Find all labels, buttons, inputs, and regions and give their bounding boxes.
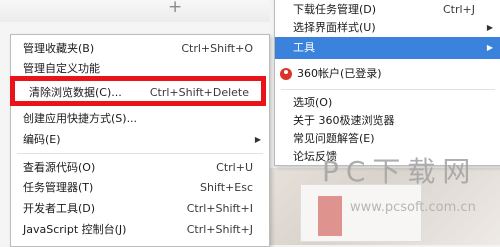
menu-separator [281, 89, 495, 90]
watermark-text: PC下载网 [322, 155, 478, 188]
menu-item-developer-tools[interactable]: 开发者工具(D) Ctrl+Shift+I [11, 198, 269, 220]
user-account-icon [280, 68, 292, 80]
menu-item-account[interactable]: 360帐户(已登录) [275, 63, 500, 85]
main-menu: 下载任务管理(D) Ctrl+J 选择界面样式(U) ▶ 工具 ▶ 360帐户(… [274, 0, 500, 166]
chevron-right-icon: ▶ [254, 135, 261, 144]
menu-item-interface-style[interactable]: 选择界面样式(U) ▶ [275, 17, 500, 39]
menu-item-encoding[interactable]: 编码(E) ▶ [11, 129, 269, 151]
menu-item-view-source[interactable]: 查看源代码(O) Ctrl+U [11, 157, 269, 179]
tab-strip: + [0, 0, 270, 23]
menu-item-tools[interactable]: 工具 ▶ [275, 37, 500, 59]
tools-submenu: 管理收藏夹(B) Ctrl+Shift+O 管理自定义功能 清除浏览数据(C).… [10, 34, 270, 247]
chevron-right-icon: ▶ [486, 43, 493, 52]
new-tab-plus-icon[interactable]: + [168, 0, 182, 17]
watermark-url: www.pcsoft.com.cn [350, 200, 476, 215]
menu-item-create-app-shortcut[interactable]: 创建应用快捷方式(S)... [11, 108, 269, 130]
menu-item-javascript-console[interactable]: JavaScript 控制台(J) Ctrl+Shift+J [11, 219, 269, 241]
menu-separator [17, 153, 263, 154]
annotation-highlight-box [10, 76, 266, 106]
menu-item-task-manager[interactable]: 任务管理器(T) Shift+Esc [11, 177, 269, 199]
chevron-right-icon: ▶ [486, 23, 493, 32]
background-thumbnail-accent [318, 196, 342, 236]
menu-item-manage-favorites[interactable]: 管理收藏夹(B) Ctrl+Shift+O [11, 38, 269, 60]
